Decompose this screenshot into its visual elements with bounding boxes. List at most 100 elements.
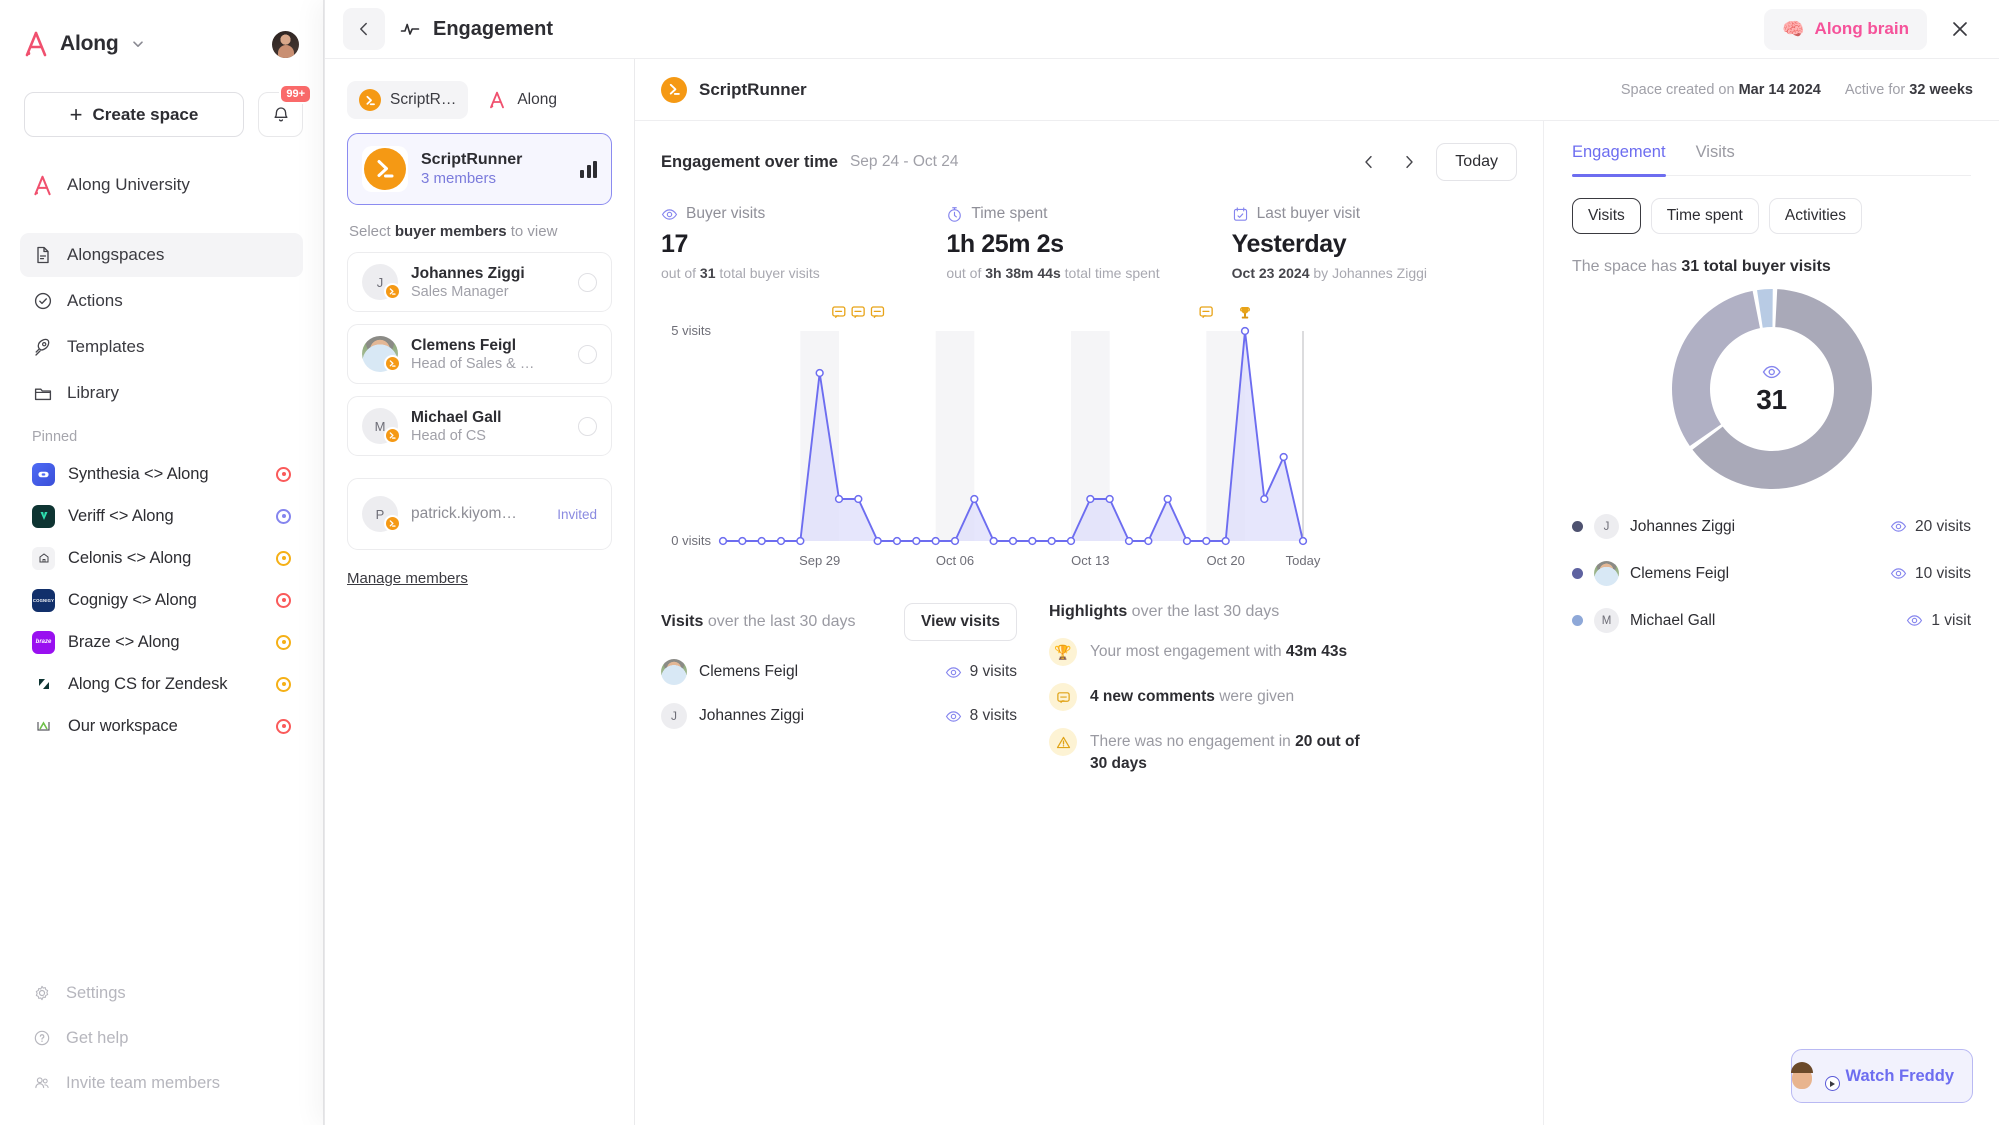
stat-sub-post: by Johannes Ziggi [1309, 265, 1428, 281]
stat-label: Buyer visits [686, 205, 766, 222]
comment-icon [1049, 683, 1077, 711]
tab-label: ScriptR… [390, 91, 457, 108]
pinned-item-label: Along CS for Zendesk [68, 674, 228, 693]
scriptrunner-icon [384, 283, 401, 300]
stat-value: Yesterday [1231, 230, 1347, 258]
member-select-radio[interactable] [578, 272, 597, 292]
close-button[interactable] [1943, 12, 1977, 46]
sidebar-item-label: Library [67, 383, 119, 402]
stat-label: Last buyer visit [1256, 205, 1361, 222]
workspace-logo-icon [32, 714, 55, 738]
tab-along[interactable]: Along [474, 81, 569, 119]
svg-text:0 visits: 0 visits [671, 533, 711, 548]
stat-sub-bold: Oct 23 2024 [1231, 265, 1310, 281]
sidebar-item-get-help[interactable]: Get help [20, 1016, 303, 1060]
main-inner: Engagement over time Sep 24 - Oct 24 Tod… [635, 121, 1999, 1125]
sidebar-item-along-university[interactable]: Along University [20, 163, 303, 207]
member-info: Clemens Feigl Head of Sales & … [411, 337, 565, 372]
hint-pre: Select [349, 223, 395, 240]
member-select-radio[interactable] [578, 344, 597, 364]
pinned-item-braze[interactable]: braze Braze <> Along [20, 621, 303, 663]
stat-time-spent: Time spent 1h 25m 2s out of 3h 38m 44s t… [946, 205, 1231, 281]
legend-count-label: 1 visit [1931, 611, 1971, 629]
engagement-line-chart[interactable]: 0 visits 5 visits Sep 29 Oct 06 Oct 13 Oct 20… [661, 297, 1517, 577]
along-brain-button[interactable]: 🧠 Along brain [1764, 8, 1927, 50]
sidebar-item-label: Invite team members [66, 1073, 221, 1092]
status-dot [276, 550, 291, 566]
back-button[interactable] [343, 8, 385, 50]
donut-legend: J Johannes Ziggi 20 visits Clemens Feigl… [1572, 514, 1971, 633]
highlight-bold: 4 new comments [1090, 688, 1215, 705]
pinned-item-label: Celonis <> Along [68, 548, 192, 567]
page-title-label: Engagement [433, 17, 554, 40]
legend-row: J Johannes Ziggi 20 visits [1572, 514, 1971, 539]
stat-sub: out of 31 total buyer visits [661, 265, 946, 281]
pinned-item-zendesk[interactable]: Along CS for Zendesk [20, 663, 303, 705]
tab-visits[interactable]: Visits [1696, 143, 1735, 175]
visits-title-bold: Visits [661, 613, 704, 630]
member-card-invited[interactable]: P patrick.kiyom… Invited [347, 478, 612, 550]
next-period-button[interactable] [1396, 149, 1422, 175]
workspace-switcher[interactable]: Along [20, 22, 303, 66]
member-card-johannes-ziggi[interactable]: J Johannes Ziggi Sales Manager [347, 252, 612, 312]
create-row: + Create space 99+ [20, 84, 312, 137]
highlights-section-title: Highlights over the last 30 days [1049, 603, 1279, 621]
member-role: Head of CS [411, 427, 486, 444]
visit-count: 8 visits [945, 707, 1017, 725]
eye-icon [1906, 612, 1923, 629]
user-avatar[interactable] [272, 30, 299, 58]
sidebar-item-invite-team[interactable]: Invite team members [20, 1061, 303, 1105]
avatar-initial: M [1594, 608, 1619, 633]
member-select-radio[interactable] [578, 416, 597, 436]
rocket-icon [32, 337, 53, 358]
svg-text:5 visits: 5 visits [671, 323, 711, 338]
sidebar-item-label: Along University [67, 175, 190, 194]
tab-scriptrunner[interactable]: ScriptR… [347, 81, 469, 119]
space-card-scriptrunner[interactable]: ScriptRunner 3 members [347, 133, 612, 205]
visits-donut-chart[interactable]: 31 [1572, 286, 1971, 492]
create-space-button[interactable]: + Create space [24, 92, 244, 137]
manage-members-link[interactable]: Manage members [347, 570, 468, 587]
pinned-list: Synthesia <> Along Veriff <> Along Celon… [20, 453, 303, 747]
chevron-down-icon[interactable] [130, 36, 146, 52]
space-active-value: 32 weeks [1909, 81, 1973, 98]
status-badge: Invited [557, 506, 597, 522]
today-button[interactable]: Today [1436, 143, 1517, 181]
sidebar-item-templates[interactable]: Templates [20, 325, 303, 369]
legend-name: Michael Gall [1630, 611, 1716, 629]
avatar-initial: J [661, 703, 687, 729]
sidebar-item-alongspaces[interactable]: Alongspaces [20, 233, 303, 277]
workspace-switcher-left: Along [24, 31, 146, 57]
prev-period-button[interactable] [1356, 149, 1382, 175]
pinned-item-synthesia[interactable]: Synthesia <> Along [20, 453, 303, 495]
pill-activities[interactable]: Activities [1768, 198, 1863, 234]
left-sidebar: Along + Create space 99+ Along Universit… [0, 0, 324, 1125]
pill-time-spent[interactable]: Time spent [1650, 198, 1759, 234]
eye-icon [1890, 518, 1907, 535]
sidebar-item-library[interactable]: Library [20, 371, 303, 415]
tab-engagement[interactable]: Engagement [1572, 143, 1666, 177]
pinned-item-veriff[interactable]: Veriff <> Along [20, 495, 303, 537]
legend-row: Clemens Feigl 10 visits [1572, 561, 1971, 586]
member-card-clemens-feigl[interactable]: Clemens Feigl Head of Sales & … [347, 324, 612, 384]
pulse-icon [400, 23, 420, 35]
workspace-name: Along [60, 32, 119, 55]
stat-sub-post: total time spent [1060, 265, 1160, 281]
braze-logo-icon: braze [32, 630, 55, 654]
pinned-item-our-workspace[interactable]: Our workspace [20, 705, 303, 747]
visits-summary: The space has 31 total buyer visits [1572, 258, 1971, 276]
pill-visits[interactable]: Visits [1572, 198, 1641, 234]
sidebar-item-actions[interactable]: Actions [20, 279, 303, 323]
eye-icon [1890, 565, 1907, 582]
sidebar-item-settings[interactable]: Settings [20, 971, 303, 1015]
pinned-item-celonis[interactable]: Celonis <> Along [20, 537, 303, 579]
watch-freddy-button[interactable]: Watch Freddy [1790, 1049, 1973, 1103]
hint-bold: buyer members [394, 223, 507, 240]
member-card-michael-gall[interactable]: M Michael Gall Head of CS [347, 396, 612, 456]
space-created: Space created on Mar 14 2024 [1621, 82, 1821, 98]
member-email: patrick.kiyom… [411, 505, 517, 522]
pinned-item-cognigy[interactable]: COGNIGY Cognigy <> Along [20, 579, 303, 621]
legend-row: M Michael Gall 1 visit [1572, 608, 1971, 633]
view-visits-button[interactable]: View visits [904, 603, 1017, 641]
legend-color-dot [1572, 568, 1583, 579]
